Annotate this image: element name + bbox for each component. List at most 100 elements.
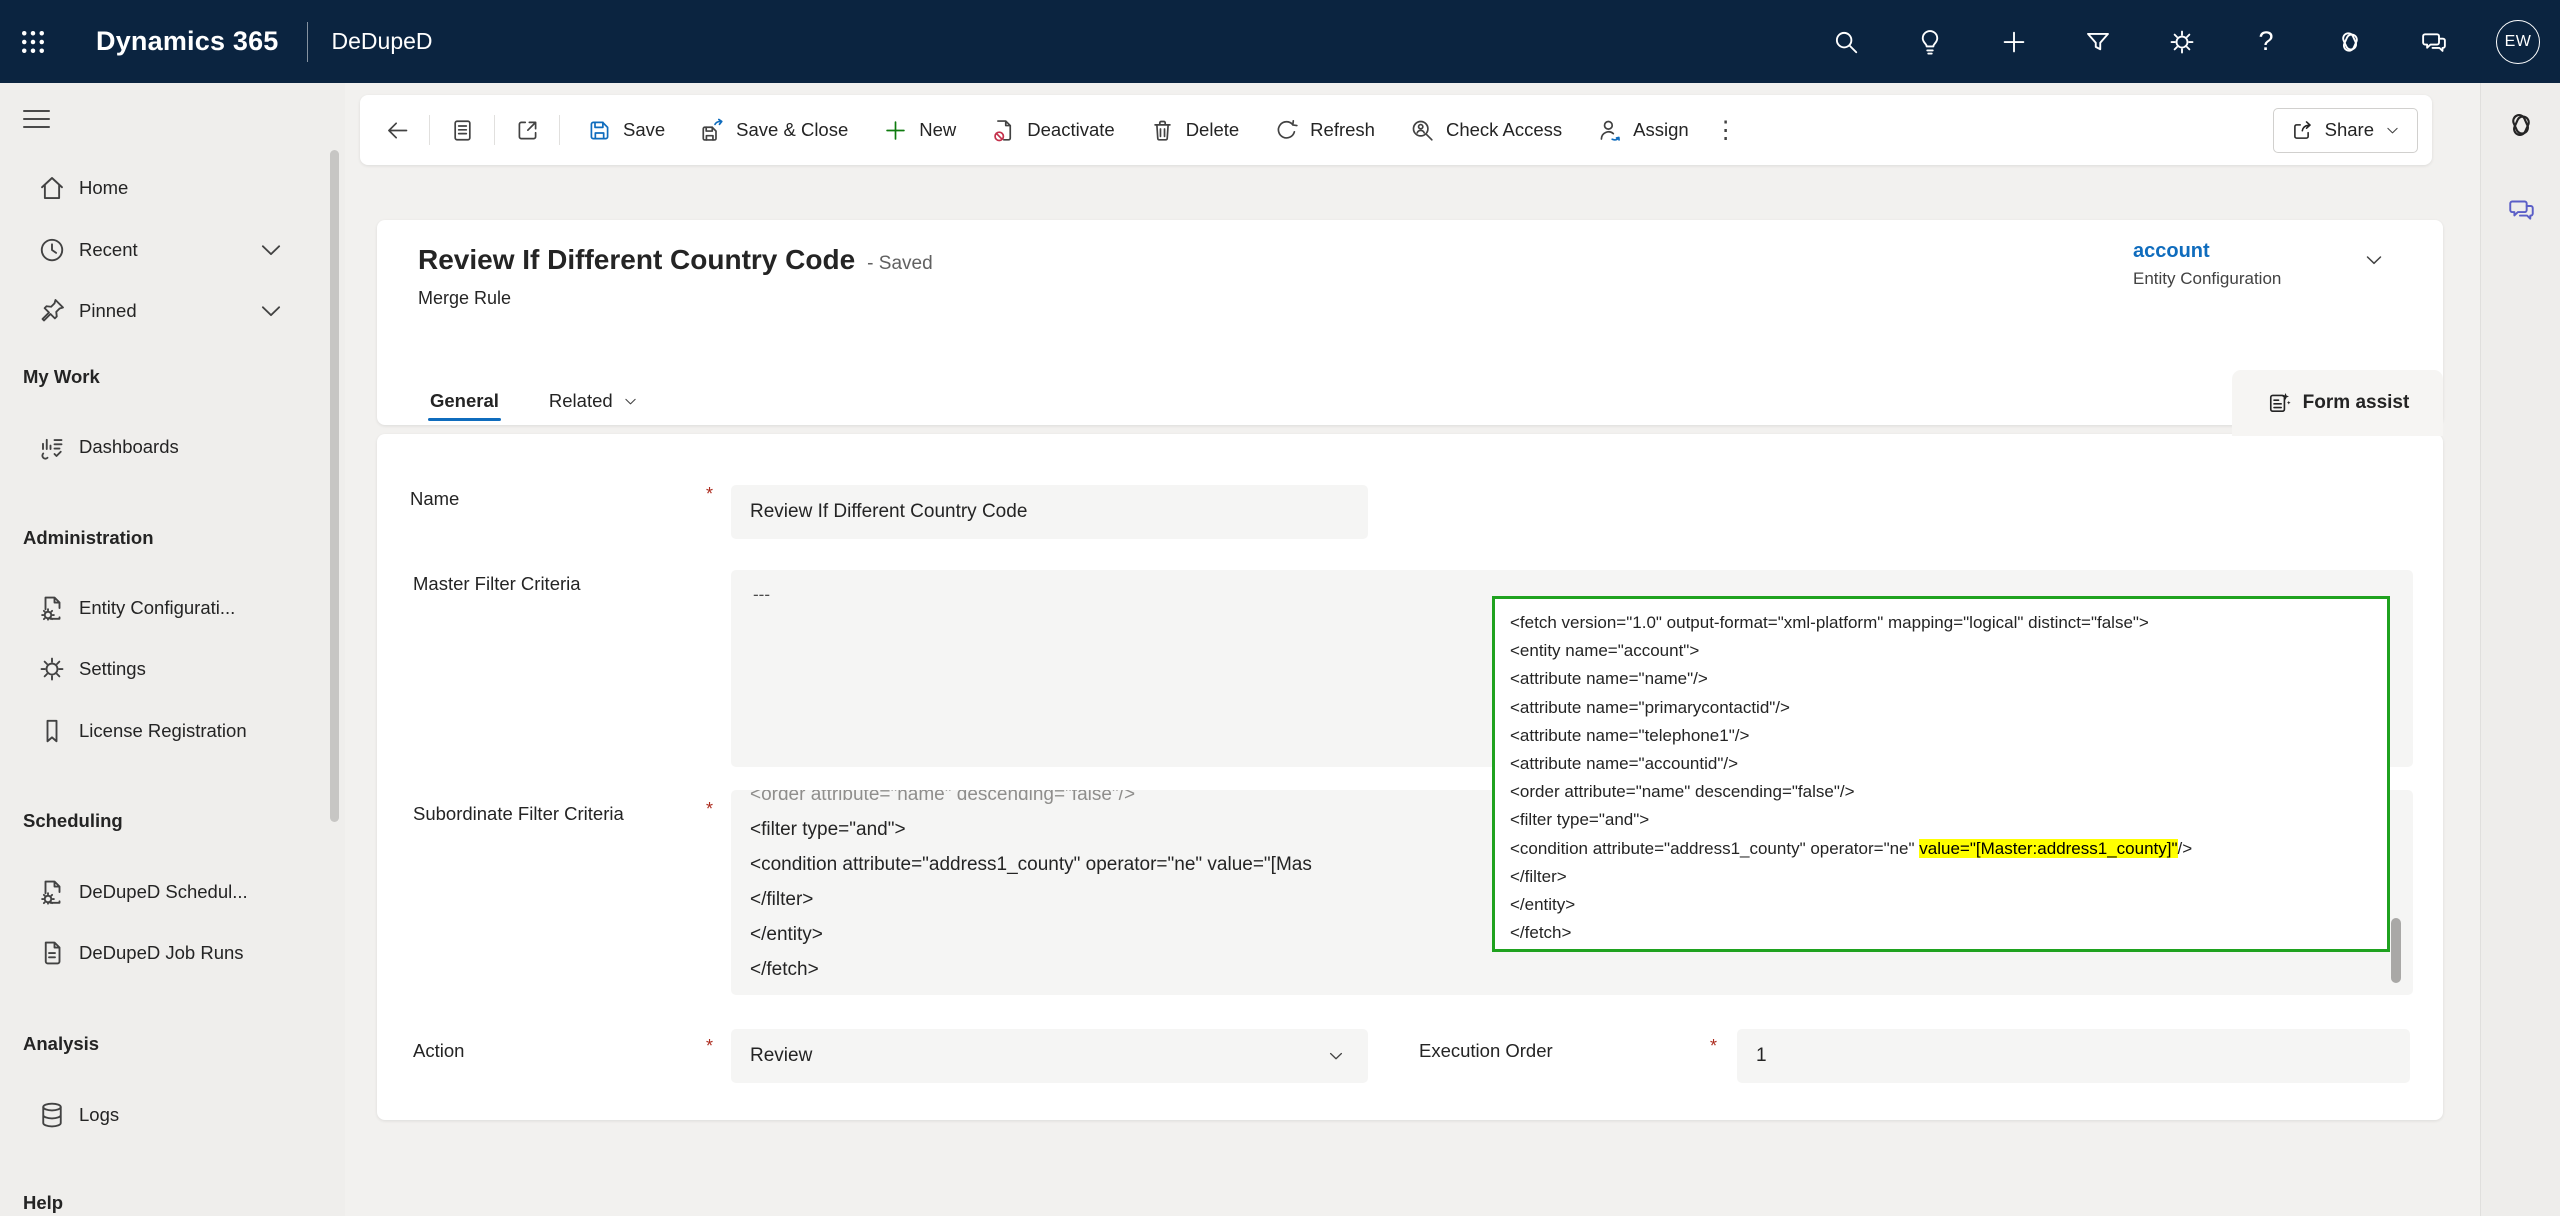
main-content-area: SaveSave & CloseNewDeactivateDeleteRefre… — [345, 83, 2480, 1216]
delete-button[interactable]: Delete — [1134, 108, 1254, 152]
name-input[interactable]: Review If Different Country Code — [731, 485, 1368, 539]
popup-xml-line: </filter> — [1510, 863, 2372, 891]
command-separator — [494, 115, 495, 145]
more-icon: ⋮ — [1714, 116, 1738, 145]
assign-icon — [1596, 117, 1623, 144]
form-assist-button[interactable]: Form assist — [2232, 370, 2443, 436]
assign-button[interactable]: Assign — [1581, 108, 1704, 152]
quick-create-button[interactable] — [1972, 0, 2056, 83]
account-menu-button[interactable]: EW — [2476, 0, 2560, 83]
entity-configuration-lookup[interactable]: account Entity Configuration — [2133, 240, 2281, 289]
sidebar-item-license-registration[interactable]: License Registration — [0, 709, 330, 753]
check-access-icon — [1409, 117, 1436, 144]
popup-xml-line: <fetch version="1.0" output-format="xml-… — [1510, 609, 2372, 637]
help-icon: ? — [2258, 26, 2273, 57]
save-close-button[interactable]: Save & Close — [684, 108, 863, 152]
dashboard-icon — [37, 432, 67, 462]
popup-xml-line: <condition attribute="address1_county" o… — [1510, 835, 2372, 863]
form-assist-icon — [2266, 390, 2292, 416]
sidebar-item-deduped-job-runs[interactable]: DeDupeD Job Runs — [0, 931, 330, 975]
required-marker: * — [1710, 1036, 1717, 1057]
app-name[interactable]: DeDupeD — [332, 28, 433, 55]
new-button[interactable]: New — [867, 108, 971, 152]
gear-icon — [2167, 27, 2197, 57]
textarea-scrollbar[interactable] — [2391, 918, 2401, 983]
sidebar-item-logs[interactable]: Logs — [0, 1093, 330, 1137]
chevron-down-icon[interactable] — [256, 235, 286, 265]
sidebar-item-home[interactable]: Home — [0, 166, 330, 210]
header-expand-chevron-icon[interactable] — [2362, 248, 2386, 272]
refresh-button[interactable]: Refresh — [1258, 108, 1390, 152]
pin-icon — [37, 296, 67, 326]
execution-order-input[interactable]: 1 — [1737, 1029, 2410, 1083]
sidebar-item-recent[interactable]: Recent — [0, 228, 330, 272]
copilot-pane-button[interactable] — [2481, 95, 2560, 155]
sidebar-item-pinned[interactable]: Pinned — [0, 289, 330, 333]
share-button[interactable]: Share — [2273, 108, 2418, 153]
popup-xml-line: <attribute name="telephone1"/> — [1510, 722, 2372, 750]
more-commands-button[interactable]: ⋮ — [1706, 108, 1746, 152]
avatar: EW — [2496, 20, 2540, 64]
brand-title[interactable]: Dynamics 365 — [96, 26, 279, 57]
bookmark-icon — [37, 716, 67, 746]
search-button[interactable] — [1804, 0, 1888, 83]
save-status: - Saved — [867, 253, 932, 275]
popup-xml-line: <filter type="and"> — [1510, 806, 2372, 834]
deactivate-button[interactable]: Deactivate — [975, 108, 1129, 152]
chevron-down-icon — [1326, 1046, 1346, 1066]
show-list-button[interactable] — [439, 108, 485, 152]
copilot-icon — [2504, 108, 2538, 142]
command-buttons: SaveSave & CloseNewDeactivateDeleteRefre… — [569, 108, 1706, 152]
popup-xml-line: </entity> — [1510, 891, 2372, 919]
sidebar-section-analysis: Analysis — [23, 1033, 99, 1055]
share-icon — [2290, 118, 2315, 143]
back-button[interactable] — [374, 108, 420, 152]
check-access-button[interactable]: Check Access — [1394, 108, 1577, 152]
sidebar-item-deduped-schedules[interactable]: DeDupeD Schedul... — [0, 870, 330, 914]
app-launcher-button[interactable] — [0, 0, 66, 83]
command-bar: SaveSave & CloseNewDeactivateDeleteRefre… — [360, 95, 2432, 165]
chevron-down-icon — [2384, 122, 2401, 139]
filter-button[interactable] — [2056, 0, 2140, 83]
site-map-sidebar: Home Recent Pinned My Work Dashboards Adminis… — [0, 83, 345, 1216]
sidebar-item-entity-configuration[interactable]: Entity Configurati... — [0, 586, 330, 630]
tab-general[interactable]: General — [418, 377, 511, 425]
chevron-down-icon — [622, 393, 639, 410]
topbar-actions: ? EW — [1804, 0, 2560, 83]
lookup-field-label: Entity Configuration — [2133, 269, 2281, 289]
gear-icon — [37, 654, 67, 684]
lookup-value-link[interactable]: account — [2133, 240, 2281, 263]
feedback-button[interactable] — [2392, 0, 2476, 83]
collapse-sidebar-button[interactable] — [23, 109, 59, 135]
home-icon — [37, 173, 67, 203]
sidebar-item-dashboards[interactable]: Dashboards — [0, 425, 330, 469]
plus-icon — [1999, 27, 2029, 57]
list-view-icon — [449, 117, 476, 144]
popup-xml-line: <attribute name="primarycontactid"/> — [1510, 694, 2372, 722]
record-title-row: Review If Different Country Code - Saved — [418, 244, 933, 276]
sidebar-scrollbar[interactable] — [330, 150, 339, 822]
refresh-icon — [1273, 117, 1300, 144]
right-side-rail — [2480, 83, 2560, 1216]
chevron-down-icon[interactable] — [256, 296, 286, 326]
tab-related[interactable]: Related — [537, 377, 651, 425]
teams-chat-pane-button[interactable] — [2481, 179, 2560, 239]
sidebar-section-my-work: My Work — [23, 366, 100, 388]
lightbulb-icon — [1915, 27, 1945, 57]
action-select[interactable]: Review — [731, 1029, 1368, 1083]
settings-button[interactable] — [2140, 0, 2224, 83]
required-marker: * — [706, 1036, 713, 1057]
sidebar-section-administration: Administration — [23, 527, 154, 549]
popout-icon — [514, 117, 541, 144]
sidebar-section-help: Help — [23, 1192, 63, 1214]
insights-button[interactable] — [1888, 0, 1972, 83]
deactivate-icon — [990, 117, 1017, 144]
help-button[interactable]: ? — [2224, 0, 2308, 83]
sidebar-item-settings[interactable]: Settings — [0, 647, 330, 691]
feedback-chat-icon — [2419, 27, 2449, 57]
copilot-button[interactable] — [2308, 0, 2392, 83]
record-type-label: Merge Rule — [418, 288, 511, 309]
save-close-icon — [699, 117, 726, 144]
open-in-new-window-button[interactable] — [504, 108, 550, 152]
save-button[interactable]: Save — [571, 108, 680, 152]
